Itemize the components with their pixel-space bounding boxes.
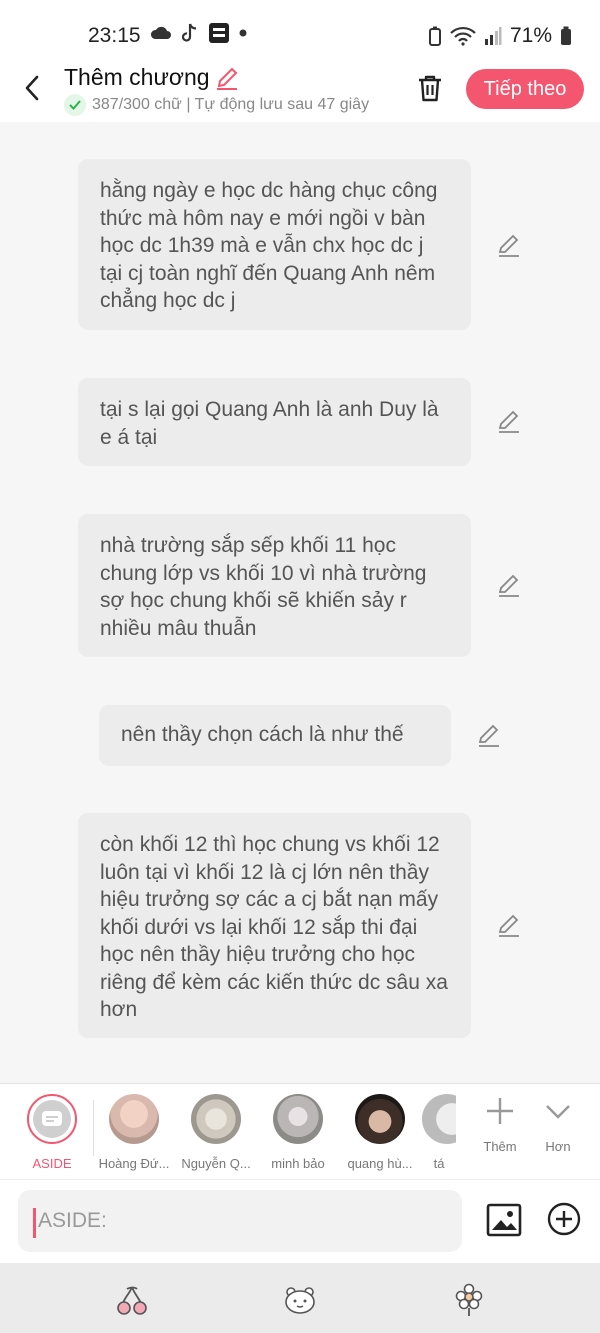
message-text: nên thầy chọn cách là như thế <box>121 723 404 746</box>
compose-bar: ASIDE: <box>0 1179 600 1263</box>
wifi-icon <box>450 26 476 46</box>
check-icon <box>64 94 86 116</box>
message-bubble[interactable]: nên thầy chọn cách là như thế <box>99 705 451 766</box>
edit-message-icon[interactable] <box>496 572 522 598</box>
title-row[interactable]: Thêm chương <box>64 64 240 91</box>
avatar <box>191 1094 241 1144</box>
message-input[interactable]: ASIDE: <box>18 1190 462 1252</box>
status-system-icons: 71% <box>428 24 572 48</box>
character-name: minh bảo <box>271 1156 325 1171</box>
dot-icon <box>239 29 247 37</box>
battery-icon <box>561 26 571 45</box>
aside-avatar <box>27 1094 77 1144</box>
text-caret <box>33 1208 36 1238</box>
battery-percent: 71% <box>509 24 552 47</box>
status-time: 23:15 <box>88 24 141 47</box>
add-circle-icon[interactable] <box>547 1202 581 1236</box>
character-name: Hoàng Đứ... <box>98 1156 170 1171</box>
bear-face-icon[interactable] <box>283 1283 317 1317</box>
message-bubble[interactable]: hằng ngày e học dc hàng chục công thức m… <box>78 159 471 330</box>
message-text: tại s lại gọi Quang Anh là anh Duy là e … <box>100 398 439 449</box>
character-aside[interactable]: ASIDE <box>12 1094 92 1171</box>
avatar <box>422 1094 456 1144</box>
add-label: Thêm <box>483 1139 517 1154</box>
edit-message-icon[interactable] <box>496 232 522 258</box>
next-button[interactable]: Tiếp theo <box>466 69 584 109</box>
avatar <box>109 1094 159 1144</box>
edit-message-icon[interactable] <box>496 912 522 938</box>
status-bar: 23:15 71% <box>0 0 600 62</box>
flower-icon[interactable] <box>452 1283 486 1317</box>
character-item[interactable]: quang hù... <box>340 1094 420 1171</box>
avatar <box>273 1094 323 1144</box>
image-icon[interactable] <box>486 1202 522 1238</box>
more-button[interactable]: Hơn <box>528 1094 588 1154</box>
message-text: còn khối 12 thì học chung vs khối 12 luô… <box>100 833 448 1021</box>
message-bubble[interactable]: còn khối 12 thì học chung vs khối 12 luô… <box>78 813 471 1038</box>
add-character-button[interactable]: Thêm <box>470 1094 530 1154</box>
character-name: quang hù... <box>347 1156 413 1171</box>
edit-message-icon[interactable] <box>476 722 502 748</box>
trash-icon[interactable] <box>414 72 446 104</box>
signal-icon <box>484 27 502 45</box>
character-name: ASIDE <box>32 1156 72 1171</box>
autosave-text: 387/300 chữ | Tự động lưu sau 47 giây <box>92 96 370 113</box>
news-app-icon <box>209 23 229 43</box>
message-bubble[interactable]: nhà trường sắp sếp khối 11 học chung lớp… <box>78 514 471 657</box>
chapter-title: Thêm chương <box>64 64 210 90</box>
character-item[interactable]: minh bảo <box>258 1094 338 1171</box>
character-item[interactable]: tá <box>422 1094 456 1171</box>
character-name: Nguyễn Q... <box>181 1156 251 1171</box>
battery-saver-icon <box>428 26 441 46</box>
status-notification-icons <box>150 22 248 44</box>
chevron-down-icon <box>546 1105 570 1119</box>
cherry-icon[interactable] <box>115 1283 149 1317</box>
tiktok-icon <box>181 23 197 42</box>
word-count-status: 387/300 chữ | Tự động lưu sau 47 giây <box>64 94 394 116</box>
plus-icon <box>487 1098 513 1124</box>
avatar <box>355 1094 405 1144</box>
edit-message-icon[interactable] <box>496 408 522 434</box>
message-text: nhà trường sắp sếp khối 11 học chung lớp… <box>100 534 427 640</box>
character-item[interactable]: Hoàng Đứ... <box>94 1094 174 1171</box>
character-bar: ASIDE Hoàng Đứ... Nguyễn Q... minh bảo q… <box>0 1083 600 1179</box>
back-arrow-icon[interactable] <box>20 72 44 104</box>
message-text: hằng ngày e học dc hàng chục công thức m… <box>100 179 438 312</box>
edit-title-icon[interactable] <box>214 65 240 91</box>
more-label: Hơn <box>545 1139 571 1154</box>
character-name: tá <box>433 1156 445 1171</box>
aside-chat-icon <box>33 1100 71 1138</box>
editor-header: Thêm chương 387/300 chữ | Tự động lưu sa… <box>0 62 600 122</box>
cloud-icon <box>150 26 171 39</box>
bottom-toolbar <box>0 1263 600 1333</box>
character-item[interactable]: Nguyễn Q... <box>176 1094 256 1171</box>
message-bubble[interactable]: tại s lại gọi Quang Anh là anh Duy là e … <box>78 378 471 466</box>
input-placeholder: ASIDE: <box>38 1209 107 1232</box>
